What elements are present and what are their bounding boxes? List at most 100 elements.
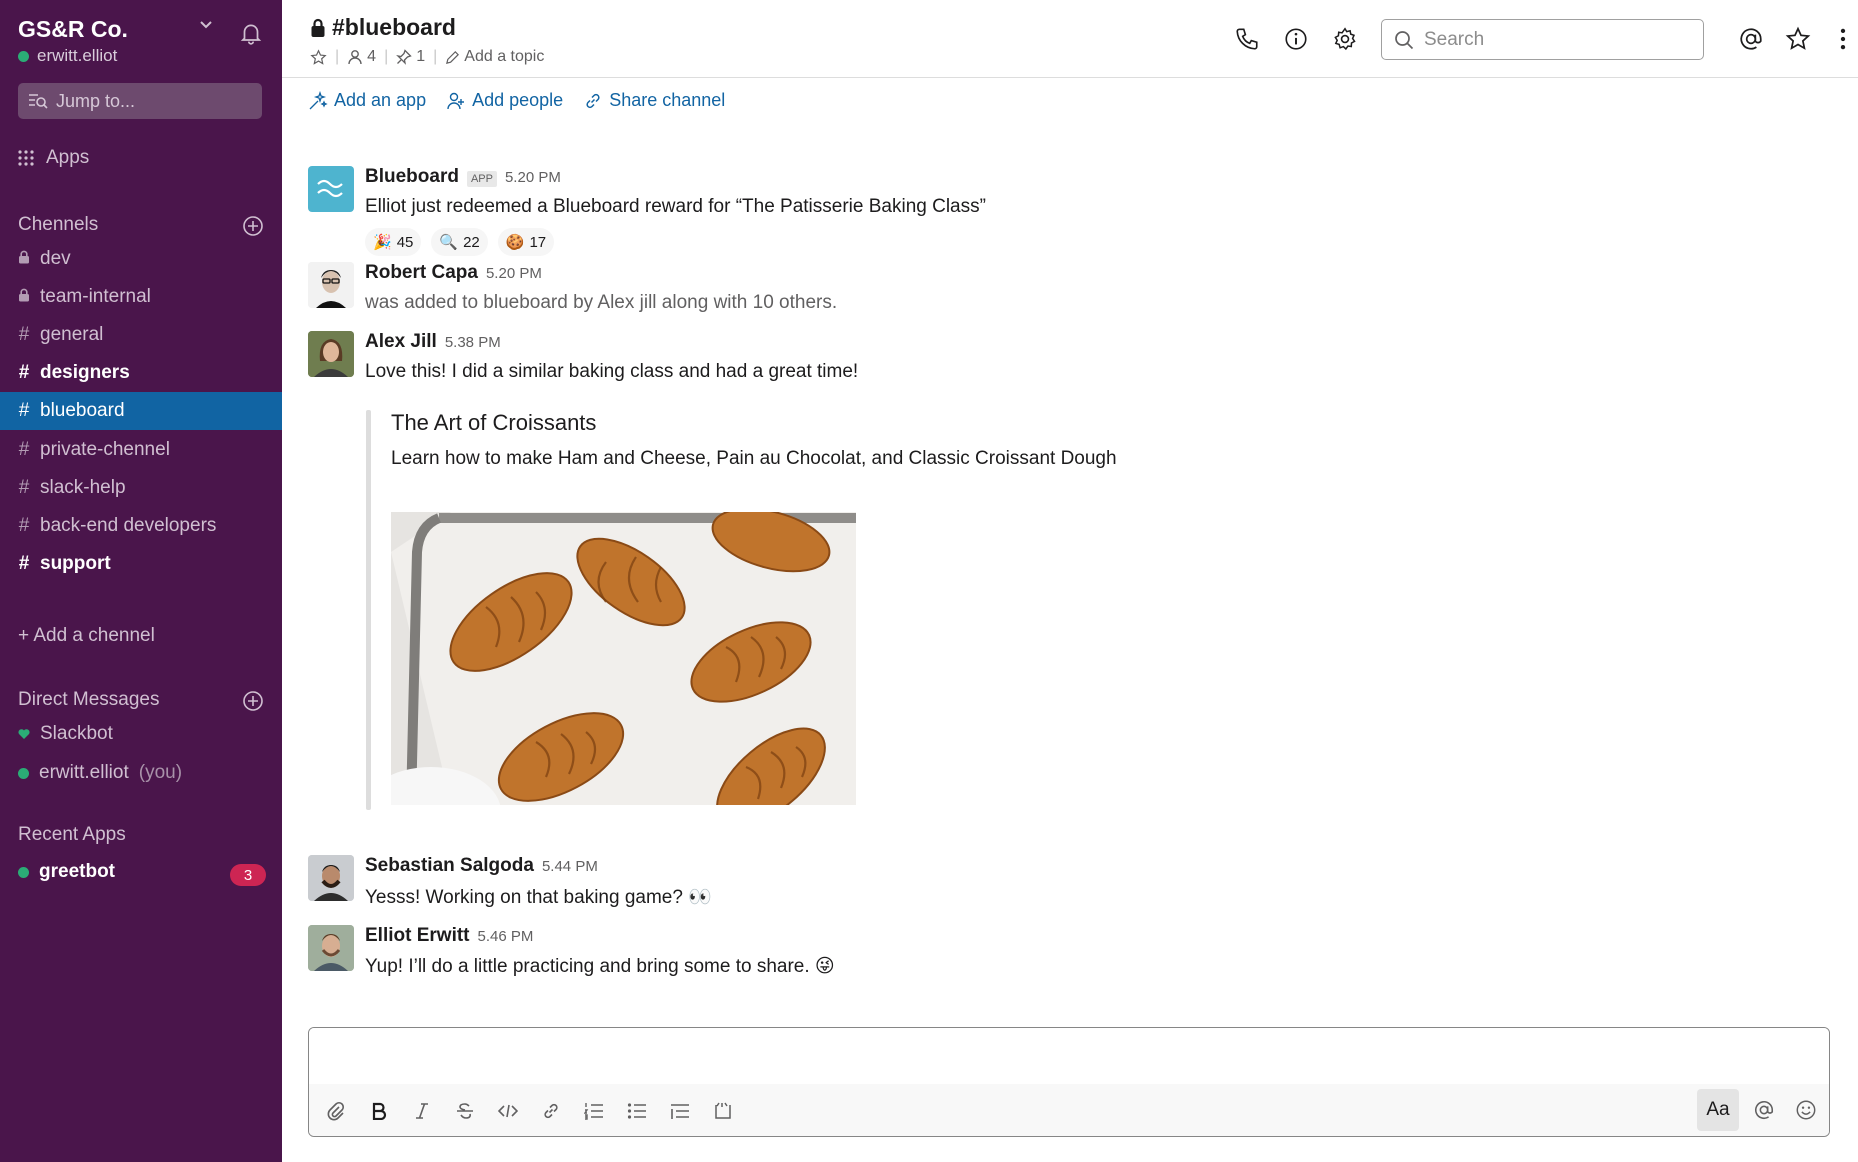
add-channel-button[interactable]: + Add a chennel [18,625,155,647]
italic-button[interactable] [409,1098,435,1124]
heart-icon [18,729,30,739]
avatar[interactable] [308,166,354,212]
share-channel-label: Share channel [609,90,726,110]
share-channel-button[interactable]: Share channel [583,90,725,111]
message-author[interactable]: Sebastian Salgoda [365,855,534,877]
add-app-button[interactable]: Add an app [308,90,426,111]
add-app-label: Add an app [334,90,427,110]
sidebar-item-blueboard[interactable]: # blueboard [0,392,282,430]
star-icon[interactable] [310,48,327,66]
sidebar-item-designers[interactable]: # designers [0,354,282,392]
message-time[interactable]: 5.44 PM [542,858,598,875]
sidebar-item-general[interactable]: # general [0,316,282,354]
message-author[interactable]: Elliot Erwitt [365,925,470,947]
strikethrough-button[interactable] [452,1098,478,1124]
message-header: Alex Jill 5.38 PM [365,331,501,353]
jump-to-button[interactable]: Jump to... [18,83,262,119]
jump-search-icon [29,94,48,109]
search-input[interactable] [1424,28,1684,51]
blockquote-icon [671,1104,689,1119]
pinned-count-button[interactable]: 1 [396,48,425,66]
lock-icon [311,18,325,37]
person-icon [348,50,362,65]
add-people-button[interactable]: Add people [446,90,563,111]
message-time[interactable]: 5.20 PM [486,265,542,282]
add-dm-circle-icon[interactable] [242,690,264,712]
attachment-title[interactable]: The Art of Croissants [391,410,596,436]
member-count: 4 [367,48,377,65]
smiley-icon [1796,1100,1816,1120]
formatting-toggle-button[interactable]: Aa [1697,1089,1739,1131]
blockquote-button[interactable] [667,1098,693,1124]
unread-badge: 3 [230,864,266,886]
attachment-image[interactable] [391,512,856,805]
add-topic-button[interactable]: Add a topic [445,48,544,66]
sidebar-item-back-end-developers[interactable]: # back-end developers [0,507,282,545]
bell-icon[interactable] [238,20,264,46]
presence-dot [18,866,29,878]
code-block-button[interactable] [710,1098,736,1124]
reaction-pill[interactable]: 🔍 22 [431,228,488,256]
dm-item-slackbot[interactable]: Slackbot [18,723,113,745]
message-time[interactable]: 5.38 PM [445,334,501,351]
sidebar-item-slack-help[interactable]: # slack-help [0,469,282,507]
sidebar-item-support[interactable]: # support [0,545,282,583]
message-input[interactable] [309,1028,1829,1084]
avatar[interactable] [308,262,354,308]
channel-label: private-chennel [40,439,170,460]
direct-messages-header[interactable]: Direct Messages [18,689,160,711]
message-text: Love this! I did a similar baking class … [365,361,859,382]
link-button[interactable] [538,1098,564,1124]
info-icon[interactable] [1283,26,1309,52]
search-box[interactable] [1381,19,1704,60]
link-attachment: The Art of Croissants Learn how to make … [366,410,1266,810]
sidebar-item-team-internal[interactable]: team-internal [0,278,282,316]
current-user[interactable]: erwitt.elliot [18,46,117,66]
avatar[interactable] [308,331,354,377]
composer-toolbar: Aa [309,1084,1829,1136]
attachment-bar [366,410,371,810]
phone-icon[interactable] [1234,26,1260,52]
star-icon[interactable] [1785,26,1811,52]
message-time[interactable]: 5.46 PM [478,928,534,945]
lock-icon [18,286,30,308]
message-author[interactable]: Alex Jill [365,331,437,353]
message-time[interactable]: 5.20 PM [505,169,561,186]
dm-item-self[interactable]: erwitt.elliot (you) [18,762,182,784]
message-text: was added to blueboard by Alex jill alon… [365,292,838,313]
hash-icon: # [18,324,30,345]
code-button[interactable] [495,1098,521,1124]
workspace-name[interactable]: GS&R Co. [18,16,128,43]
sidebar-item-apps[interactable]: Apps [18,147,89,169]
channels-header[interactable]: Chennels [18,214,98,236]
sidebar-item-dev[interactable]: dev [0,240,282,278]
reaction-pill[interactable]: 🍪 17 [497,228,555,256]
dm-name: erwitt.elliot [39,762,129,783]
channel-title[interactable]: #blueboard [310,14,456,41]
message-author[interactable]: Blueboard [365,166,459,188]
chevron-down-icon[interactable] [196,14,216,34]
member-count-button[interactable]: 4 [347,48,376,66]
message-author[interactable]: Robert Capa [365,262,478,284]
bold-button[interactable] [366,1098,392,1124]
bullet-list-button[interactable] [624,1098,650,1124]
emoji-button[interactable] [1793,1097,1819,1123]
reaction-pill[interactable]: 🎉 45 [365,228,422,256]
ordered-list-button[interactable] [581,1098,607,1124]
add-channel-circle-icon[interactable] [242,215,264,237]
strikethrough-icon [457,1103,473,1119]
avatar[interactable] [308,855,354,901]
gear-icon[interactable] [1332,26,1358,52]
recent-apps-header[interactable]: Recent Apps [18,824,126,846]
link-icon [586,93,600,108]
message-header: Elliot Erwitt 5.46 PM [365,925,533,947]
reaction-count: 17 [529,233,547,251]
more-vertical-icon[interactable] [1830,26,1856,52]
sidebar-item-private-chennel[interactable]: # private-chennel [0,431,282,469]
app-item-greetbot[interactable]: greetbot [18,861,115,883]
mention-button[interactable] [1751,1097,1777,1123]
attach-button[interactable] [323,1098,349,1124]
avatar[interactable] [308,925,354,971]
at-mention-icon[interactable] [1738,26,1764,52]
channel-label: general [40,324,104,345]
